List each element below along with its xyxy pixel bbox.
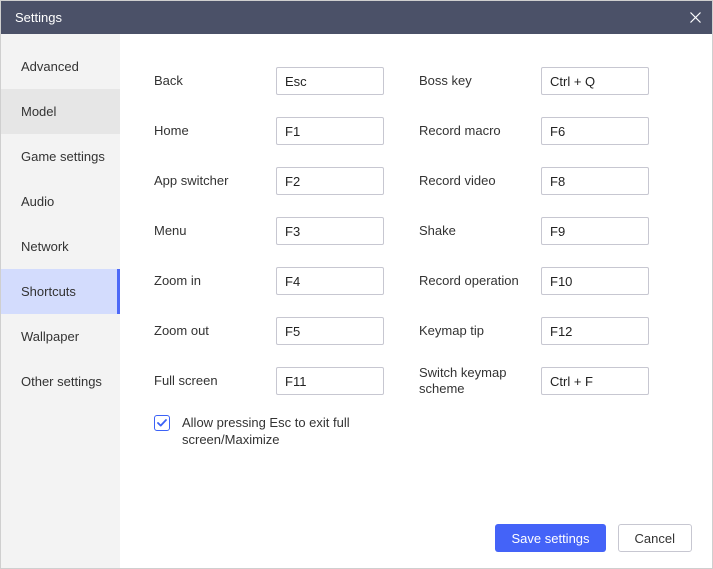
shortcut-label: Shake bbox=[419, 223, 541, 239]
shortcut-label: Switch keymap scheme bbox=[419, 365, 541, 397]
allow-esc-checkbox[interactable] bbox=[154, 415, 170, 431]
sidebar-item-game-settings[interactable]: Game settings bbox=[1, 134, 120, 179]
save-button[interactable]: Save settings bbox=[495, 524, 605, 552]
shortcut-label: Record operation bbox=[419, 273, 541, 289]
shortcut-label: Keymap tip bbox=[419, 323, 541, 339]
shortcut-input-zoom-in[interactable] bbox=[276, 267, 384, 295]
sidebar-item-model[interactable]: Model bbox=[1, 89, 120, 134]
shortcut-row-record-video: Record video bbox=[419, 156, 684, 206]
shortcut-input-zoom-out[interactable] bbox=[276, 317, 384, 345]
content-shortcuts: Back Home App switcher Menu Zoom in Zoom out F… bbox=[120, 34, 712, 568]
shortcut-input-back[interactable] bbox=[276, 67, 384, 95]
sidebar-item-network[interactable]: Network bbox=[1, 224, 120, 269]
sidebar-item-label: Shortcuts bbox=[21, 284, 76, 299]
shortcut-row-full-screen: Full screen bbox=[154, 356, 419, 406]
shortcut-input-menu[interactable] bbox=[276, 217, 384, 245]
shortcut-input-full-screen[interactable] bbox=[276, 367, 384, 395]
sidebar-item-audio[interactable]: Audio bbox=[1, 179, 120, 224]
shortcut-label: App switcher bbox=[154, 173, 276, 189]
shortcut-label: Record macro bbox=[419, 123, 541, 139]
shortcut-input-record-operation[interactable] bbox=[541, 267, 649, 295]
shortcut-row-shake: Shake bbox=[419, 206, 684, 256]
sidebar-item-label: Wallpaper bbox=[21, 329, 79, 344]
shortcut-input-record-video[interactable] bbox=[541, 167, 649, 195]
shortcut-row-boss-key: Boss key bbox=[419, 56, 684, 106]
shortcut-input-record-macro[interactable] bbox=[541, 117, 649, 145]
sidebar-item-label: Advanced bbox=[21, 59, 79, 74]
shortcut-label: Boss key bbox=[419, 73, 541, 89]
sidebar: Advanced Model Game settings Audio Network Sh… bbox=[1, 34, 120, 568]
sidebar-item-label: Network bbox=[21, 239, 69, 254]
allow-esc-row: Allow pressing Esc to exit full screen/M… bbox=[154, 414, 684, 448]
close-icon[interactable] bbox=[688, 11, 702, 25]
sidebar-item-advanced[interactable]: Advanced bbox=[1, 44, 120, 89]
cancel-button[interactable]: Cancel bbox=[618, 524, 692, 552]
shortcut-label: Zoom out bbox=[154, 323, 276, 339]
footer: Save settings Cancel bbox=[495, 524, 692, 552]
allow-esc-label: Allow pressing Esc to exit full screen/M… bbox=[182, 414, 392, 448]
shortcut-input-shake[interactable] bbox=[541, 217, 649, 245]
shortcut-label: Home bbox=[154, 123, 276, 139]
shortcut-label: Back bbox=[154, 73, 276, 89]
shortcut-input-boss-key[interactable] bbox=[541, 67, 649, 95]
shortcut-row-keymap-tip: Keymap tip bbox=[419, 306, 684, 356]
shortcut-row-home: Home bbox=[154, 106, 419, 156]
sidebar-item-shortcuts[interactable]: Shortcuts bbox=[1, 269, 120, 314]
shortcut-row-switch-keymap-scheme: Switch keymap scheme bbox=[419, 356, 684, 406]
shortcut-label: Zoom in bbox=[154, 273, 276, 289]
shortcut-row-back: Back bbox=[154, 56, 419, 106]
shortcut-input-home[interactable] bbox=[276, 117, 384, 145]
sidebar-item-label: Game settings bbox=[21, 149, 105, 164]
sidebar-item-other-settings[interactable]: Other settings bbox=[1, 359, 120, 404]
sidebar-item-label: Other settings bbox=[21, 374, 102, 389]
shortcut-input-switch-keymap-scheme[interactable] bbox=[541, 367, 649, 395]
window-title: Settings bbox=[15, 10, 62, 25]
sidebar-item-label: Model bbox=[21, 104, 56, 119]
shortcut-row-record-operation: Record operation bbox=[419, 256, 684, 306]
shortcut-row-app-switcher: App switcher bbox=[154, 156, 419, 206]
shortcut-row-menu: Menu bbox=[154, 206, 419, 256]
shortcut-row-record-macro: Record macro bbox=[419, 106, 684, 156]
shortcut-input-app-switcher[interactable] bbox=[276, 167, 384, 195]
titlebar: Settings bbox=[1, 1, 712, 34]
shortcut-label: Menu bbox=[154, 223, 276, 239]
sidebar-item-wallpaper[interactable]: Wallpaper bbox=[1, 314, 120, 359]
shortcut-row-zoom-out: Zoom out bbox=[154, 306, 419, 356]
shortcut-row-zoom-in: Zoom in bbox=[154, 256, 419, 306]
shortcut-label: Full screen bbox=[154, 373, 276, 389]
shortcut-label: Record video bbox=[419, 173, 541, 189]
sidebar-item-label: Audio bbox=[21, 194, 54, 209]
shortcut-input-keymap-tip[interactable] bbox=[541, 317, 649, 345]
